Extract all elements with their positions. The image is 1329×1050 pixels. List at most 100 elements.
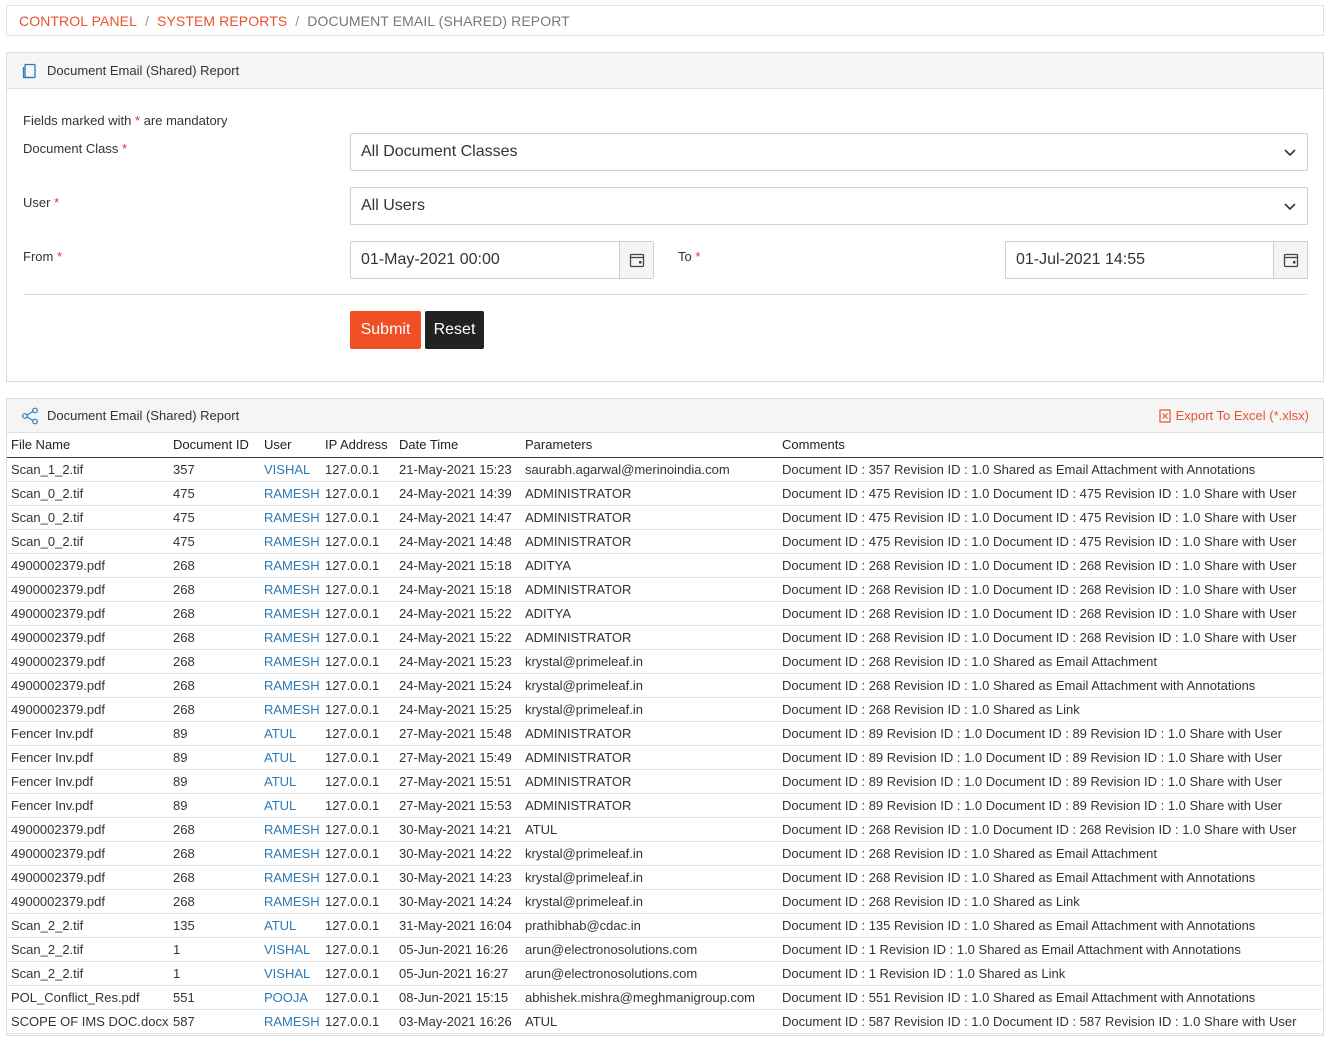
- file-name-cell: Scan_2_2.tif: [7, 961, 169, 986]
- document-id-cell: 1: [169, 937, 260, 962]
- from-date-input[interactable]: 01-May-2021 00:00: [350, 241, 654, 279]
- date-time-cell: 05-Jun-2021 16:26: [395, 937, 521, 962]
- date-time-cell: 03-May-2021 16:26: [395, 1009, 521, 1034]
- user-link[interactable]: VISHAL: [260, 961, 321, 986]
- parameters-cell: ADMINISTRATOR: [521, 625, 778, 650]
- parameters-cell: ADMINISTRATOR: [521, 745, 778, 770]
- user-link[interactable]: RAMESH: [260, 889, 321, 914]
- user-link[interactable]: VISHAL: [260, 937, 321, 962]
- user-link[interactable]: ATUL: [260, 769, 321, 794]
- user-link[interactable]: RAMESH: [260, 529, 321, 554]
- submit-button[interactable]: Submit: [350, 311, 421, 349]
- column-header-ip-address: IP Address: [321, 433, 395, 458]
- user-link[interactable]: RAMESH: [260, 1009, 321, 1034]
- file-name-cell: SCOPE OF IMS DOC.docx: [7, 1009, 169, 1034]
- file-name-cell: 4900002379.pdf: [7, 649, 169, 674]
- breadcrumb-system-reports[interactable]: SYSTEM REPORTS: [157, 13, 287, 29]
- parameters-cell: prathibhab@cdac.in: [521, 913, 778, 938]
- date-time-cell: 30-May-2021 14:21: [395, 817, 521, 842]
- file-name-cell: Scan_1_2.tif: [7, 457, 169, 482]
- ip-address-cell: 127.0.0.1: [321, 769, 395, 794]
- report-form-panel: Document Email (Shared) Report Fields ma…: [6, 52, 1324, 382]
- comments-cell: Document ID : 268 Revision ID : 1.0 Docu…: [778, 601, 1323, 626]
- document-id-cell: 475: [169, 481, 260, 506]
- ip-address-cell: 127.0.0.1: [321, 913, 395, 938]
- parameters-cell: ADMINISTRATOR: [521, 721, 778, 746]
- to-date-input[interactable]: 01-Jul-2021 14:55: [1005, 241, 1308, 279]
- user-link[interactable]: ATUL: [260, 745, 321, 770]
- table-row: Scan_2_2.tif 1 VISHAL 127.0.0.1 05-Jun-2021 …: [7, 937, 1323, 962]
- user-link[interactable]: RAMESH: [260, 601, 321, 626]
- document-class-select[interactable]: All Document Classes: [350, 133, 1308, 171]
- file-name-cell: Fencer Inv.pdf: [7, 721, 169, 746]
- date-time-cell: 24-May-2021 14:39: [395, 481, 521, 506]
- user-link[interactable]: ATUL: [260, 913, 321, 938]
- user-link[interactable]: ATUL: [260, 721, 321, 746]
- table-row: POL_Conflict_Res.pdf 551 POOJA 127.0.0.1 08-…: [7, 985, 1323, 1010]
- parameters-cell: krystal@primeleaf.in: [521, 841, 778, 866]
- user-link[interactable]: POOJA: [260, 985, 321, 1010]
- user-link[interactable]: RAMESH: [260, 865, 321, 890]
- ip-address-cell: 127.0.0.1: [321, 889, 395, 914]
- excel-file-icon: [1158, 408, 1171, 423]
- comments-cell: Document ID : 89 Revision ID : 1.0 Docum…: [778, 793, 1323, 818]
- table-row: Scan_0_2.tif 475 RAMESH 127.0.0.1 24-May-202…: [7, 505, 1323, 530]
- comments-cell: Document ID : 268 Revision ID : 1.0 Shar…: [778, 841, 1323, 866]
- document-class-value: All Document Classes: [361, 143, 518, 160]
- comments-cell: Document ID : 268 Revision ID : 1.0 Docu…: [778, 577, 1323, 602]
- ip-address-cell: 127.0.0.1: [321, 481, 395, 506]
- table-row: 4900002379.pdf 268 RAMESH 127.0.0.1 24-May-2…: [7, 625, 1323, 650]
- date-time-cell: 08-Jun-2021 15:15: [395, 985, 521, 1010]
- user-link[interactable]: VISHAL: [260, 457, 321, 482]
- calendar-icon[interactable]: [619, 242, 653, 278]
- table-header-row: File Name Document ID User IP Address Date T…: [7, 433, 1323, 458]
- to-label: To *: [678, 249, 700, 264]
- user-link[interactable]: RAMESH: [260, 625, 321, 650]
- document-id-cell: 89: [169, 745, 260, 770]
- document-id-cell: 357: [169, 457, 260, 482]
- parameters-cell: abhishek.mishra@meghmanigroup.com: [521, 985, 778, 1010]
- report-panel-title-wrap: Document Email (Shared) Report: [21, 407, 239, 425]
- user-link[interactable]: RAMESH: [260, 505, 321, 530]
- table-row: 4900002379.pdf 268 RAMESH 127.0.0.1 30-May-2…: [7, 865, 1323, 890]
- file-name-cell: Scan_0_2.tif: [7, 505, 169, 530]
- comments-cell: Document ID : 268 Revision ID : 1.0 Shar…: [778, 673, 1323, 698]
- comments-cell: Document ID : 475 Revision ID : 1.0 Docu…: [778, 505, 1323, 530]
- file-name-cell: 4900002379.pdf: [7, 601, 169, 626]
- user-link[interactable]: RAMESH: [260, 817, 321, 842]
- user-select[interactable]: All Users: [350, 187, 1308, 225]
- breadcrumb: CONTROL PANEL / SYSTEM REPORTS / DOCUMEN…: [6, 5, 1324, 36]
- export-excel-link[interactable]: Export To Excel (*.xlsx): [1158, 408, 1309, 423]
- user-link[interactable]: RAMESH: [260, 481, 321, 506]
- comments-cell: Document ID : 587 Revision ID : 1.0 Docu…: [778, 1009, 1323, 1034]
- ip-address-cell: 127.0.0.1: [321, 985, 395, 1010]
- file-name-cell: Scan_0_2.tif: [7, 529, 169, 554]
- user-link[interactable]: ATUL: [260, 793, 321, 818]
- calendar-icon[interactable]: [1273, 242, 1307, 278]
- date-time-cell: 21-May-2021 15:23: [395, 457, 521, 482]
- table-row: 4900002379.pdf 268 RAMESH 127.0.0.1 30-May-2…: [7, 817, 1323, 842]
- user-link[interactable]: RAMESH: [260, 841, 321, 866]
- breadcrumb-control-panel[interactable]: CONTROL PANEL: [19, 13, 137, 29]
- document-id-cell: 89: [169, 721, 260, 746]
- ip-address-cell: 127.0.0.1: [321, 625, 395, 650]
- parameters-cell: krystal@primeleaf.in: [521, 649, 778, 674]
- file-name-cell: Scan_0_2.tif: [7, 481, 169, 506]
- date-time-cell: 30-May-2021 14:22: [395, 841, 521, 866]
- reset-button[interactable]: Reset: [425, 311, 484, 349]
- user-link[interactable]: RAMESH: [260, 673, 321, 698]
- date-time-cell: 24-May-2021 15:18: [395, 553, 521, 578]
- user-value: All Users: [361, 197, 426, 214]
- parameters-cell: krystal@primeleaf.in: [521, 865, 778, 890]
- file-name-cell: Scan_2_2.tif: [7, 913, 169, 938]
- user-link[interactable]: RAMESH: [260, 553, 321, 578]
- table-row: 4900002379.pdf 268 RAMESH 127.0.0.1 24-May-2…: [7, 553, 1323, 578]
- table-row: Fencer Inv.pdf 89 ATUL 127.0.0.1 27-May-2021…: [7, 721, 1323, 746]
- comments-cell: Document ID : 357 Revision ID : 1.0 Shar…: [778, 457, 1323, 482]
- document-id-cell: 587: [169, 1009, 260, 1034]
- table-body: Scan_1_2.tif 357 VISHAL 127.0.0.1 21-May-202…: [7, 457, 1323, 1034]
- user-link[interactable]: RAMESH: [260, 577, 321, 602]
- user-link[interactable]: RAMESH: [260, 649, 321, 674]
- user-link[interactable]: RAMESH: [260, 697, 321, 722]
- file-name-cell: Fencer Inv.pdf: [7, 769, 169, 794]
